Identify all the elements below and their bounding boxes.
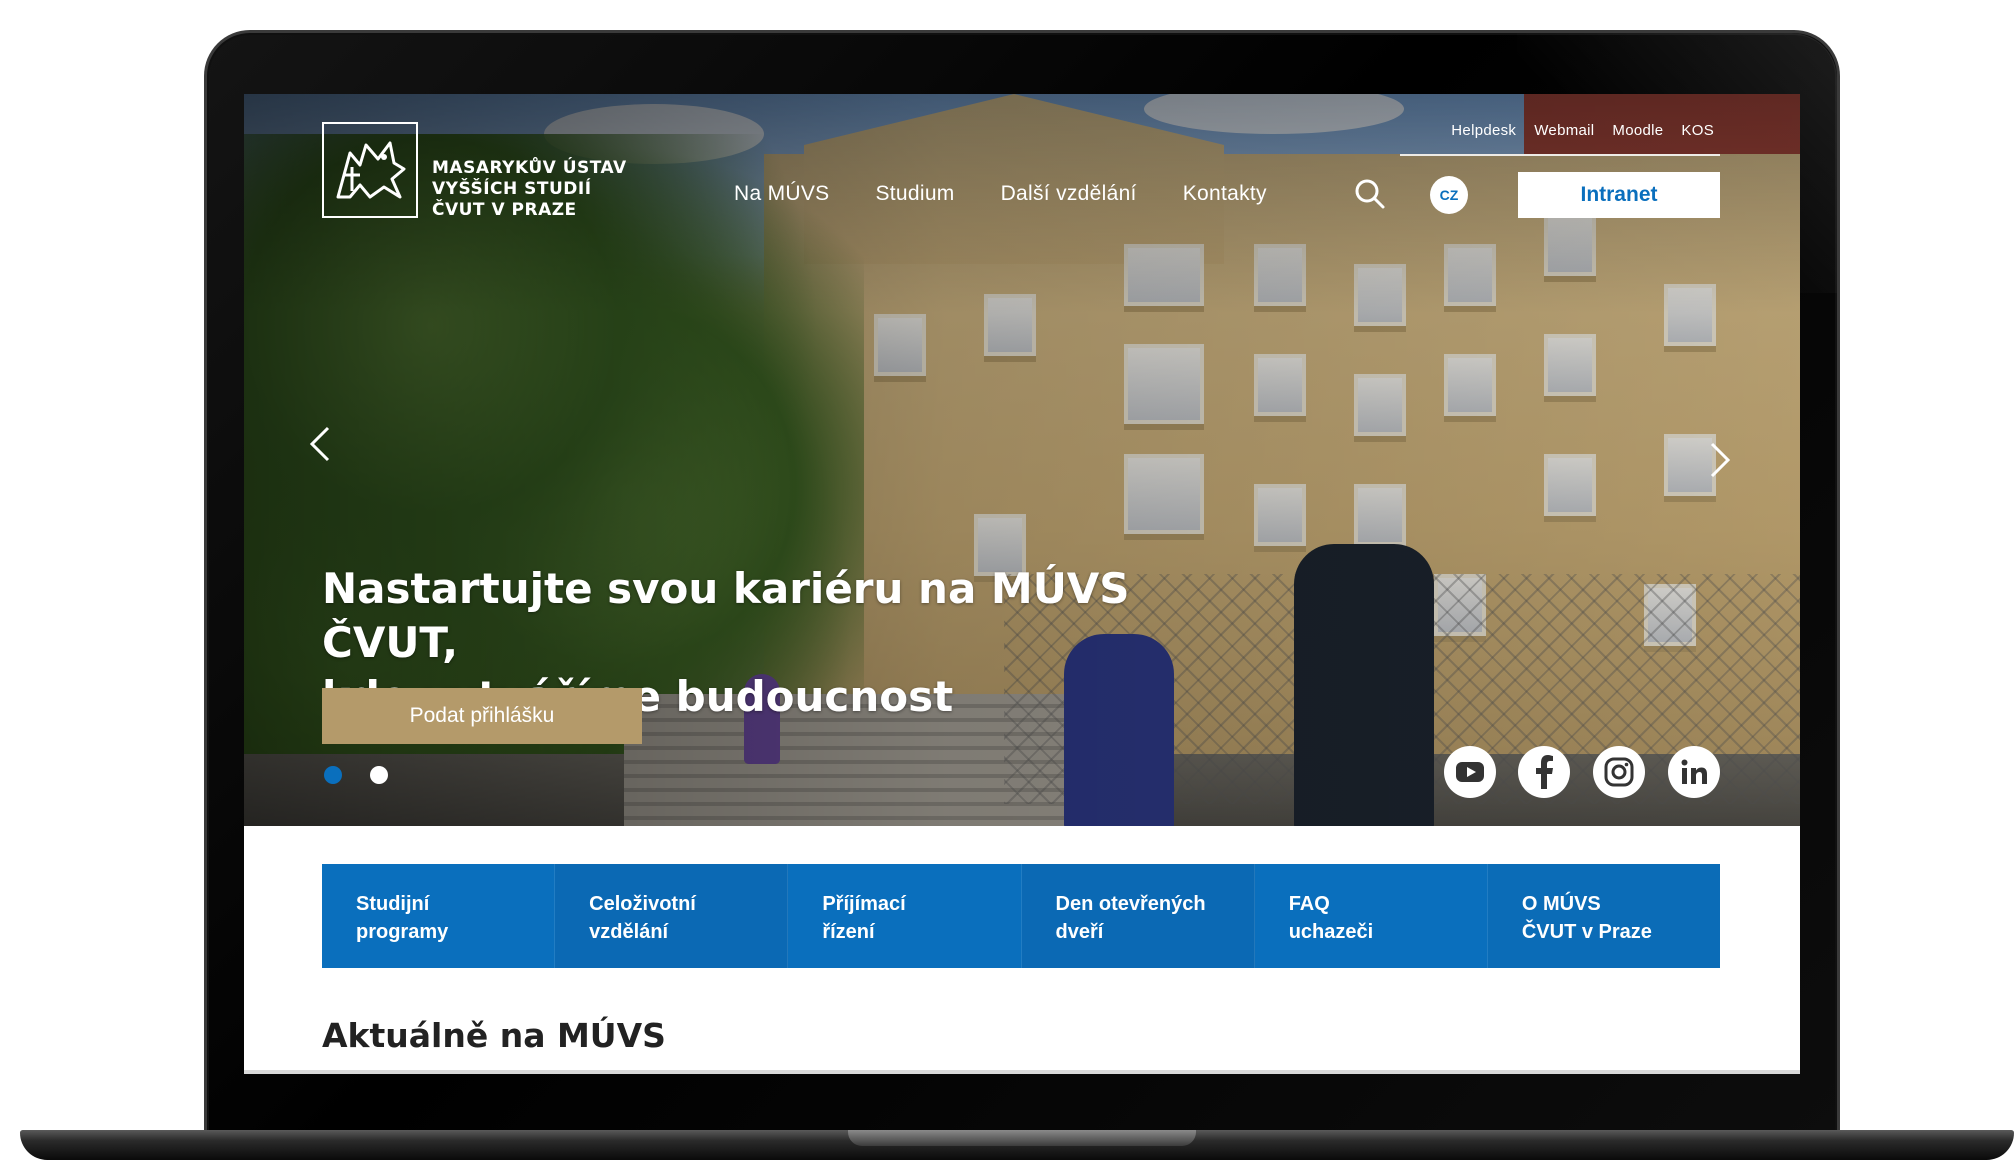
youtube-icon[interactable] bbox=[1444, 746, 1496, 798]
search-icon[interactable] bbox=[1354, 178, 1386, 210]
hero-title-line: Nastartujte svou kariéru na MÚVS ČVUT, bbox=[322, 564, 1130, 667]
quick-link-label: uchazeči bbox=[1288, 921, 1374, 943]
kos-link[interactable]: KOS bbox=[1681, 122, 1714, 154]
instagram-icon[interactable] bbox=[1593, 746, 1645, 798]
browser-viewport: MASARYKŮV ÚSTAV VYŠŠÍCH STUDIÍ ČVUT V PR… bbox=[244, 94, 1800, 1074]
laptop-hinge-notch bbox=[848, 1130, 1196, 1146]
facebook-icon[interactable] bbox=[1518, 746, 1570, 798]
slider-next-arrow[interactable] bbox=[1700, 440, 1740, 480]
quick-link-label: O MÚVS bbox=[1521, 893, 1601, 915]
nav-item-na-muvs[interactable]: Na MÚVS bbox=[734, 182, 829, 206]
apply-button[interactable]: Podat přihlášku bbox=[322, 688, 642, 744]
lion-emblem-icon bbox=[336, 141, 406, 199]
quick-link-label: řízení bbox=[822, 921, 875, 943]
webmail-link[interactable]: Webmail bbox=[1534, 122, 1594, 154]
intranet-button[interactable]: Intranet bbox=[1518, 172, 1720, 218]
language-switcher[interactable]: CZ bbox=[1430, 176, 1468, 214]
slider-dot-active[interactable] bbox=[324, 766, 342, 784]
slider-dot[interactable] bbox=[370, 766, 388, 784]
hero-slider: MASARYKŮV ÚSTAV VYŠŠÍCH STUDIÍ ČVUT V PR… bbox=[244, 94, 1800, 826]
chevron-left-icon bbox=[309, 426, 330, 462]
chevron-right-icon bbox=[1710, 442, 1731, 478]
logo-line: MASARYKŮV ÚSTAV bbox=[432, 158, 627, 178]
moodle-link[interactable]: Moodle bbox=[1612, 122, 1663, 154]
nav-item-studium[interactable]: Studium bbox=[875, 182, 954, 206]
quick-link-prijimaci-rizeni[interactable]: Příjímací řízení bbox=[788, 864, 1022, 968]
logo-line: VYŠŠÍCH STUDIÍ bbox=[432, 179, 592, 199]
quick-link-label: Den otevřených bbox=[1055, 893, 1206, 915]
nav-item-kontakty[interactable]: Kontakty bbox=[1183, 182, 1267, 206]
quick-link-label: FAQ bbox=[1288, 893, 1330, 915]
quick-link-label: Celoživotní bbox=[589, 893, 696, 915]
utility-links: Helpdesk Webmail Moodle KOS bbox=[1400, 122, 1720, 156]
logo[interactable] bbox=[322, 122, 418, 218]
quick-link-label: programy bbox=[356, 921, 449, 943]
quick-link-label: ČVUT v Praze bbox=[1521, 921, 1652, 943]
news-section-title: Aktuálně na MÚVS bbox=[322, 1016, 666, 1055]
quick-link-faq-uchazeci[interactable]: FAQ uchazeči bbox=[1255, 864, 1488, 968]
quick-link-den-otevrenych-dveri[interactable]: Den otevřených dveří bbox=[1021, 864, 1255, 968]
quick-link-o-muvs[interactable]: O MÚVS ČVUT v Praze bbox=[1487, 864, 1721, 968]
screen-edge bbox=[244, 1070, 1800, 1074]
quick-link-label: Příjímací bbox=[822, 893, 906, 915]
quick-link-label: vzdělání bbox=[589, 921, 669, 943]
helpdesk-link[interactable]: Helpdesk bbox=[1451, 122, 1516, 154]
quick-link-celozivotni-vzdelani[interactable]: Celoživotní vzdělání bbox=[555, 864, 789, 968]
quick-link-label: Studijní bbox=[356, 893, 430, 915]
main-nav: Na MÚVS Studium Další vzdělání Kontakty bbox=[734, 182, 1267, 206]
quick-link-label: dveří bbox=[1055, 921, 1104, 943]
linkedin-icon[interactable] bbox=[1668, 746, 1720, 798]
slider-prev-arrow[interactable] bbox=[300, 424, 340, 464]
quick-link-studijni-programy[interactable]: Studijní programy bbox=[322, 864, 556, 968]
logo-text[interactable]: MASARYKŮV ÚSTAV VYŠŠÍCH STUDIÍ ČVUT V PR… bbox=[432, 158, 627, 221]
nav-item-dalsi-vzdelani[interactable]: Další vzdělání bbox=[1001, 182, 1137, 206]
logo-line: ČVUT V PRAZE bbox=[432, 200, 577, 220]
quick-links-bar: Studijní programy Celoživotní vzdělání P… bbox=[322, 864, 1721, 968]
